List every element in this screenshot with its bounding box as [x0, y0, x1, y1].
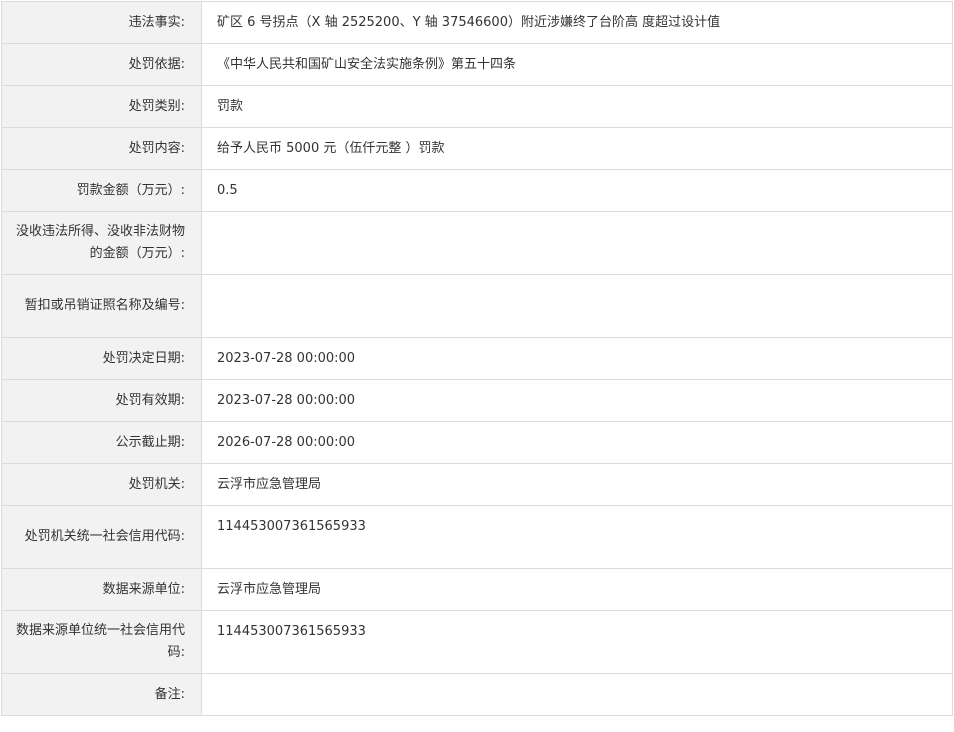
value-data-source-credit-code: 114453007361565933 — [201, 610, 953, 674]
row-fine-amount: 罚款金额（万元）: 0.5 — [1, 169, 953, 212]
row-publicity-deadline: 公示截止期: 2026-07-28 00:00:00 — [1, 421, 953, 464]
value-publicity-deadline: 2026-07-28 00:00:00 — [201, 421, 953, 464]
row-penalty-category: 处罚类别: 罚款 — [1, 85, 953, 128]
row-license-suspension: 暂扣或吊销证照名称及编号: — [1, 274, 953, 338]
label-validity-date: 处罚有效期: — [1, 379, 202, 422]
label-license-suspension: 暂扣或吊销证照名称及编号: — [1, 274, 202, 338]
label-publicity-deadline: 公示截止期: — [1, 421, 202, 464]
value-authority-credit-code: 114453007361565933 — [201, 505, 953, 569]
value-penalty-authority: 云浮市应急管理局 — [201, 463, 953, 506]
value-license-suspension — [201, 274, 953, 338]
value-decision-date: 2023-07-28 00:00:00 — [201, 337, 953, 380]
penalty-detail-table: 违法事实: 矿区 6 号拐点（X 轴 2525200、Y 轴 37546600）… — [1, 1, 953, 716]
row-remarks: 备注: — [1, 673, 953, 716]
label-authority-credit-code: 处罚机关统一社会信用代码: — [1, 505, 202, 569]
value-penalty-category: 罚款 — [201, 85, 953, 128]
row-authority-credit-code: 处罚机关统一社会信用代码: 114453007361565933 — [1, 505, 953, 569]
row-data-source-credit-code: 数据来源单位统一社会信用代码: 114453007361565933 — [1, 610, 953, 674]
value-penalty-basis: 《中华人民共和国矿山安全法实施条例》第五十四条 — [201, 43, 953, 86]
label-penalty-authority: 处罚机关: — [1, 463, 202, 506]
label-confiscation-amount: 没收违法所得、没收非法财物的金额（万元）: — [1, 211, 202, 275]
row-penalty-authority: 处罚机关: 云浮市应急管理局 — [1, 463, 953, 506]
row-decision-date: 处罚决定日期: 2023-07-28 00:00:00 — [1, 337, 953, 380]
label-penalty-content: 处罚内容: — [1, 127, 202, 170]
label-decision-date: 处罚决定日期: — [1, 337, 202, 380]
row-validity-date: 处罚有效期: 2023-07-28 00:00:00 — [1, 379, 953, 422]
label-data-source: 数据来源单位: — [1, 568, 202, 611]
value-validity-date: 2023-07-28 00:00:00 — [201, 379, 953, 422]
row-data-source: 数据来源单位: 云浮市应急管理局 — [1, 568, 953, 611]
value-fine-amount: 0.5 — [201, 169, 953, 212]
row-penalty-content: 处罚内容: 给予人民币 5000 元（伍仟元整 ）罚款 — [1, 127, 953, 170]
label-penalty-basis: 处罚依据: — [1, 43, 202, 86]
value-remarks — [201, 673, 953, 716]
value-data-source: 云浮市应急管理局 — [201, 568, 953, 611]
row-penalty-basis: 处罚依据: 《中华人民共和国矿山安全法实施条例》第五十四条 — [1, 43, 953, 86]
label-violation-facts: 违法事实: — [1, 1, 202, 44]
row-violation-facts: 违法事实: 矿区 6 号拐点（X 轴 2525200、Y 轴 37546600）… — [1, 1, 953, 44]
label-fine-amount: 罚款金额（万元）: — [1, 169, 202, 212]
label-penalty-category: 处罚类别: — [1, 85, 202, 128]
value-confiscation-amount — [201, 211, 953, 275]
value-violation-facts: 矿区 6 号拐点（X 轴 2525200、Y 轴 37546600）附近涉嫌终了… — [201, 1, 953, 44]
value-penalty-content: 给予人民币 5000 元（伍仟元整 ）罚款 — [201, 127, 953, 170]
row-confiscation-amount: 没收违法所得、没收非法财物的金额（万元）: — [1, 211, 953, 275]
label-data-source-credit-code: 数据来源单位统一社会信用代码: — [1, 610, 202, 674]
label-remarks: 备注: — [1, 673, 202, 716]
